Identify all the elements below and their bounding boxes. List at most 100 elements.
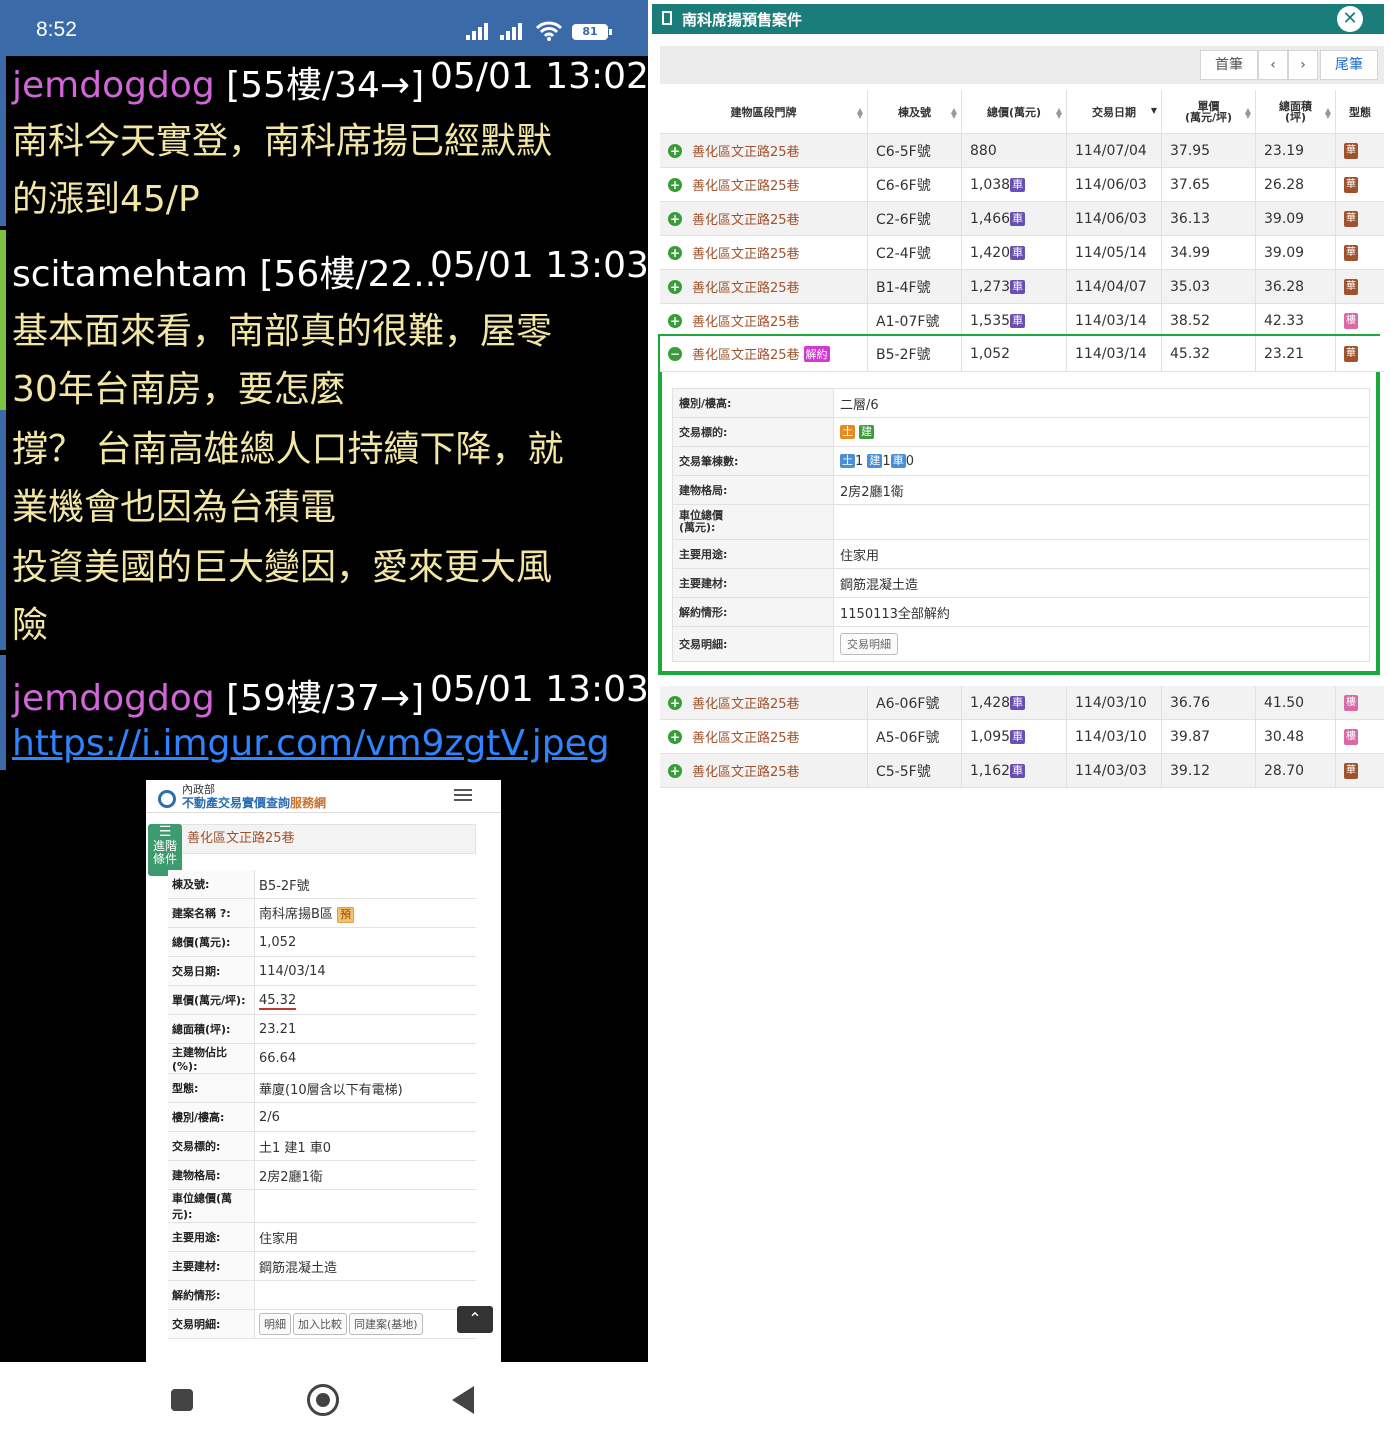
table-row[interactable]: + 善化區文正路25巷 A5-06F號 1,095 車 114/03/10 39.87 30.… (660, 720, 1384, 754)
logo-title: 不動產交易實價查詢服務網 (182, 796, 327, 810)
transaction-detail-button[interactable]: 交易明細 (840, 633, 898, 655)
last-page-button[interactable]: 尾筆 (1320, 50, 1378, 80)
col-area[interactable]: 總面積 (坪) ▲ ▼ (1255, 90, 1335, 134)
panel-header: 南科席揚預售案件 ✕ (652, 4, 1384, 34)
ptt-phone-screen: 8:52 81 jemdogdog [55樓/34→] 05/01 13:02 … (0, 0, 648, 1362)
next-page-button[interactable]: › (1288, 50, 1318, 80)
recent-apps-icon[interactable] (171, 1389, 193, 1411)
parking-badge: 車 (1010, 695, 1026, 710)
first-page-button[interactable]: 首筆 (1200, 50, 1258, 80)
embedded-screenshot: 內政部 不動產交易實價查詢服務網 善化區文正路25巷 ☰ 進階 條件 棟及號: B5… (146, 780, 501, 1362)
signal-icon (466, 22, 496, 40)
comment-text: 的漲到45/P (12, 179, 200, 220)
type-badge: 樓 (1344, 728, 1358, 745)
android-nav-bar (0, 1362, 648, 1440)
parking-badge: 車 (1010, 245, 1026, 260)
bookmark-icon (662, 11, 672, 25)
table-row[interactable]: + 善化區文正路25巷 B1-4F號 1,273 車 114/04/07 35.03 36.2… (660, 270, 1384, 304)
type-badge: 華 (1344, 210, 1358, 227)
same-project-button[interactable]: 同建案(基地) (349, 1313, 423, 1335)
type-badge: 華 (1344, 244, 1358, 261)
comment-text: 30年台南房，要怎麼 (12, 369, 346, 410)
comment-text: 南科今天實登，南科席揚已經默默 (12, 121, 553, 162)
close-button[interactable]: ✕ (1337, 6, 1363, 32)
imgur-link[interactable]: https://i.imgur.com/vm9zgtV.jpeg (12, 723, 610, 764)
record-detail-table: 樓別/樓高: 二層/6 交易標的: 土 建 交易筆棟數: 土1 建1車0 建物格局… (672, 388, 1370, 662)
table-row[interactable]: + 善化區文正路25巷 A6-06F號 1,428 車 114/03/10 36.76 41.… (660, 686, 1384, 720)
cancelled-badge: 解約 (803, 345, 830, 362)
status-time: 8:52 (36, 18, 77, 41)
table-row[interactable]: + 善化區文正路25巷 A1-07F號 1,535 車 114/03/14 38.52 42.… (660, 304, 1384, 338)
expand-icon[interactable]: + (668, 143, 682, 158)
comment-floor: [59樓/37→] (226, 678, 425, 719)
detail-button[interactable]: 明細 (259, 1313, 291, 1335)
parking-badge: 車 (1010, 279, 1026, 294)
expand-icon[interactable]: + (668, 763, 682, 778)
comment-time: 05/01 13:03 (430, 669, 648, 710)
type-badge: 樓 (1344, 312, 1358, 329)
table-header: 建物區段門牌 ▲ ▼ 棟及號 ▲ ▼ 總價(萬元) ▲ ▼ 交易日期 ▼ 單價 (萬元/坪) ▲… (660, 90, 1384, 134)
comment-time: 05/01 13:03 (430, 245, 648, 286)
table-row[interactable]: + 善化區文正路25巷 C5-5F號 1,162 車 114/03/03 39.12 28.7… (660, 754, 1384, 788)
scroll-top-button[interactable]: ⌃ (457, 1306, 493, 1333)
col-date[interactable]: 交易日期 ▼ (1066, 90, 1161, 134)
ptt-comment: scitamehtam [56樓/22... 05/01 13:03 基本面來看… (0, 230, 648, 650)
parking-badge: 車 (1010, 177, 1026, 192)
back-icon[interactable] (452, 1386, 474, 1414)
panel-title: 南科席揚預售案件 (682, 11, 803, 29)
type-badge: 華 (1344, 345, 1358, 362)
home-icon[interactable] (307, 1384, 339, 1416)
comment-author: jemdogdog (12, 678, 215, 719)
battery-icon: 81 (572, 24, 612, 40)
comment-time: 05/01 13:02 (430, 56, 648, 97)
comment-text: 撐？ 台南高雄總人口持續下降，就 (12, 429, 564, 470)
status-bar: 8:52 81 (0, 0, 648, 56)
record-title: 善化區文正路25巷 (168, 824, 476, 854)
filter-icon: ☰ (158, 824, 172, 840)
col-price[interactable]: 總價(萬元) ▲ ▼ (961, 90, 1066, 134)
expand-icon[interactable]: + (668, 729, 682, 744)
expand-icon[interactable]: + (668, 211, 682, 226)
presale-badge: 預 (337, 906, 355, 923)
comment-text: 基本面來看，南部真的很難，屋零 (12, 311, 553, 352)
parking-badge: 車 (1010, 211, 1026, 226)
col-address[interactable]: 建物區段門牌 ▲ ▼ (660, 90, 867, 134)
comment-floor: [56樓/22... (259, 254, 448, 295)
record-detail-table: 棟及號: B5-2F號 建案名稱 ?: 南科席揚B區 預 總價(萬元): 1,052 … (168, 870, 476, 1339)
table-row[interactable]: + 善化區文正路25巷 C6-6F號 1,038 車 114/06/03 37.65 26.2… (660, 168, 1384, 202)
expand-icon[interactable]: + (668, 245, 682, 260)
moi-logo-icon (158, 790, 176, 808)
comment-author: scitamehtam (12, 254, 249, 295)
col-unit-price[interactable]: 單價 (萬元/坪) ▲ ▼ (1161, 90, 1255, 134)
signal-icon-2 (500, 22, 530, 40)
expand-icon[interactable]: + (668, 695, 682, 710)
type-badge: 樓 (1344, 694, 1358, 711)
prev-page-button[interactable]: ‹ (1258, 50, 1288, 80)
expand-icon[interactable]: + (668, 279, 682, 294)
hamburger-icon[interactable] (454, 786, 472, 804)
table-row[interactable]: + 善化區文正路25巷 C2-4F號 1,420 車 114/05/14 34.99 39.0… (660, 236, 1384, 270)
expand-icon[interactable]: + (668, 313, 682, 328)
add-compare-button[interactable]: 加入比較 (293, 1313, 347, 1335)
collapse-icon[interactable]: − (668, 346, 682, 361)
land-tag: 土 (840, 425, 855, 439)
ptt-comment: jemdogdog [55樓/34→] 05/01 13:02 南科今天實登，南… (0, 56, 648, 226)
comment-author: jemdogdog (12, 65, 215, 106)
comment-text: 險 (12, 605, 49, 646)
comment-text: 業機會也因為台積電 (12, 487, 337, 528)
type-badge: 華 (1344, 278, 1358, 295)
advanced-filter-button[interactable]: ☰ 進階 條件 (148, 824, 182, 876)
table-row[interactable]: + 善化區文正路25巷 C2-6F號 1,466 車 114/06/03 36.13 39.0… (660, 202, 1384, 236)
table-row-expanded[interactable]: − 善化區文正路25巷 解約 B5-2F號 1,052 114/03/14 45… (660, 336, 1384, 372)
parking-badge: 車 (1010, 729, 1026, 744)
col-unit[interactable]: 棟及號 ▲ ▼ (867, 90, 961, 134)
comment-text: 投資美國的巨大變因，愛來更大風 (12, 547, 553, 588)
parking-badge: 車 (1010, 763, 1026, 778)
ptt-comment: jemdogdog [59樓/37→] 05/01 13:03 https://… (0, 655, 648, 775)
table-row[interactable]: + 善化區文正路25巷 C6-5F號 880 114/07/04 37.95 23.19 華 (660, 134, 1384, 168)
type-badge: 華 (1344, 176, 1358, 193)
expand-icon[interactable]: + (668, 177, 682, 192)
col-type[interactable]: 型態 (1335, 90, 1384, 134)
type-badge: 華 (1344, 142, 1358, 159)
mobile-header: 內政部 不動產交易實價查詢服務網 (146, 780, 501, 813)
